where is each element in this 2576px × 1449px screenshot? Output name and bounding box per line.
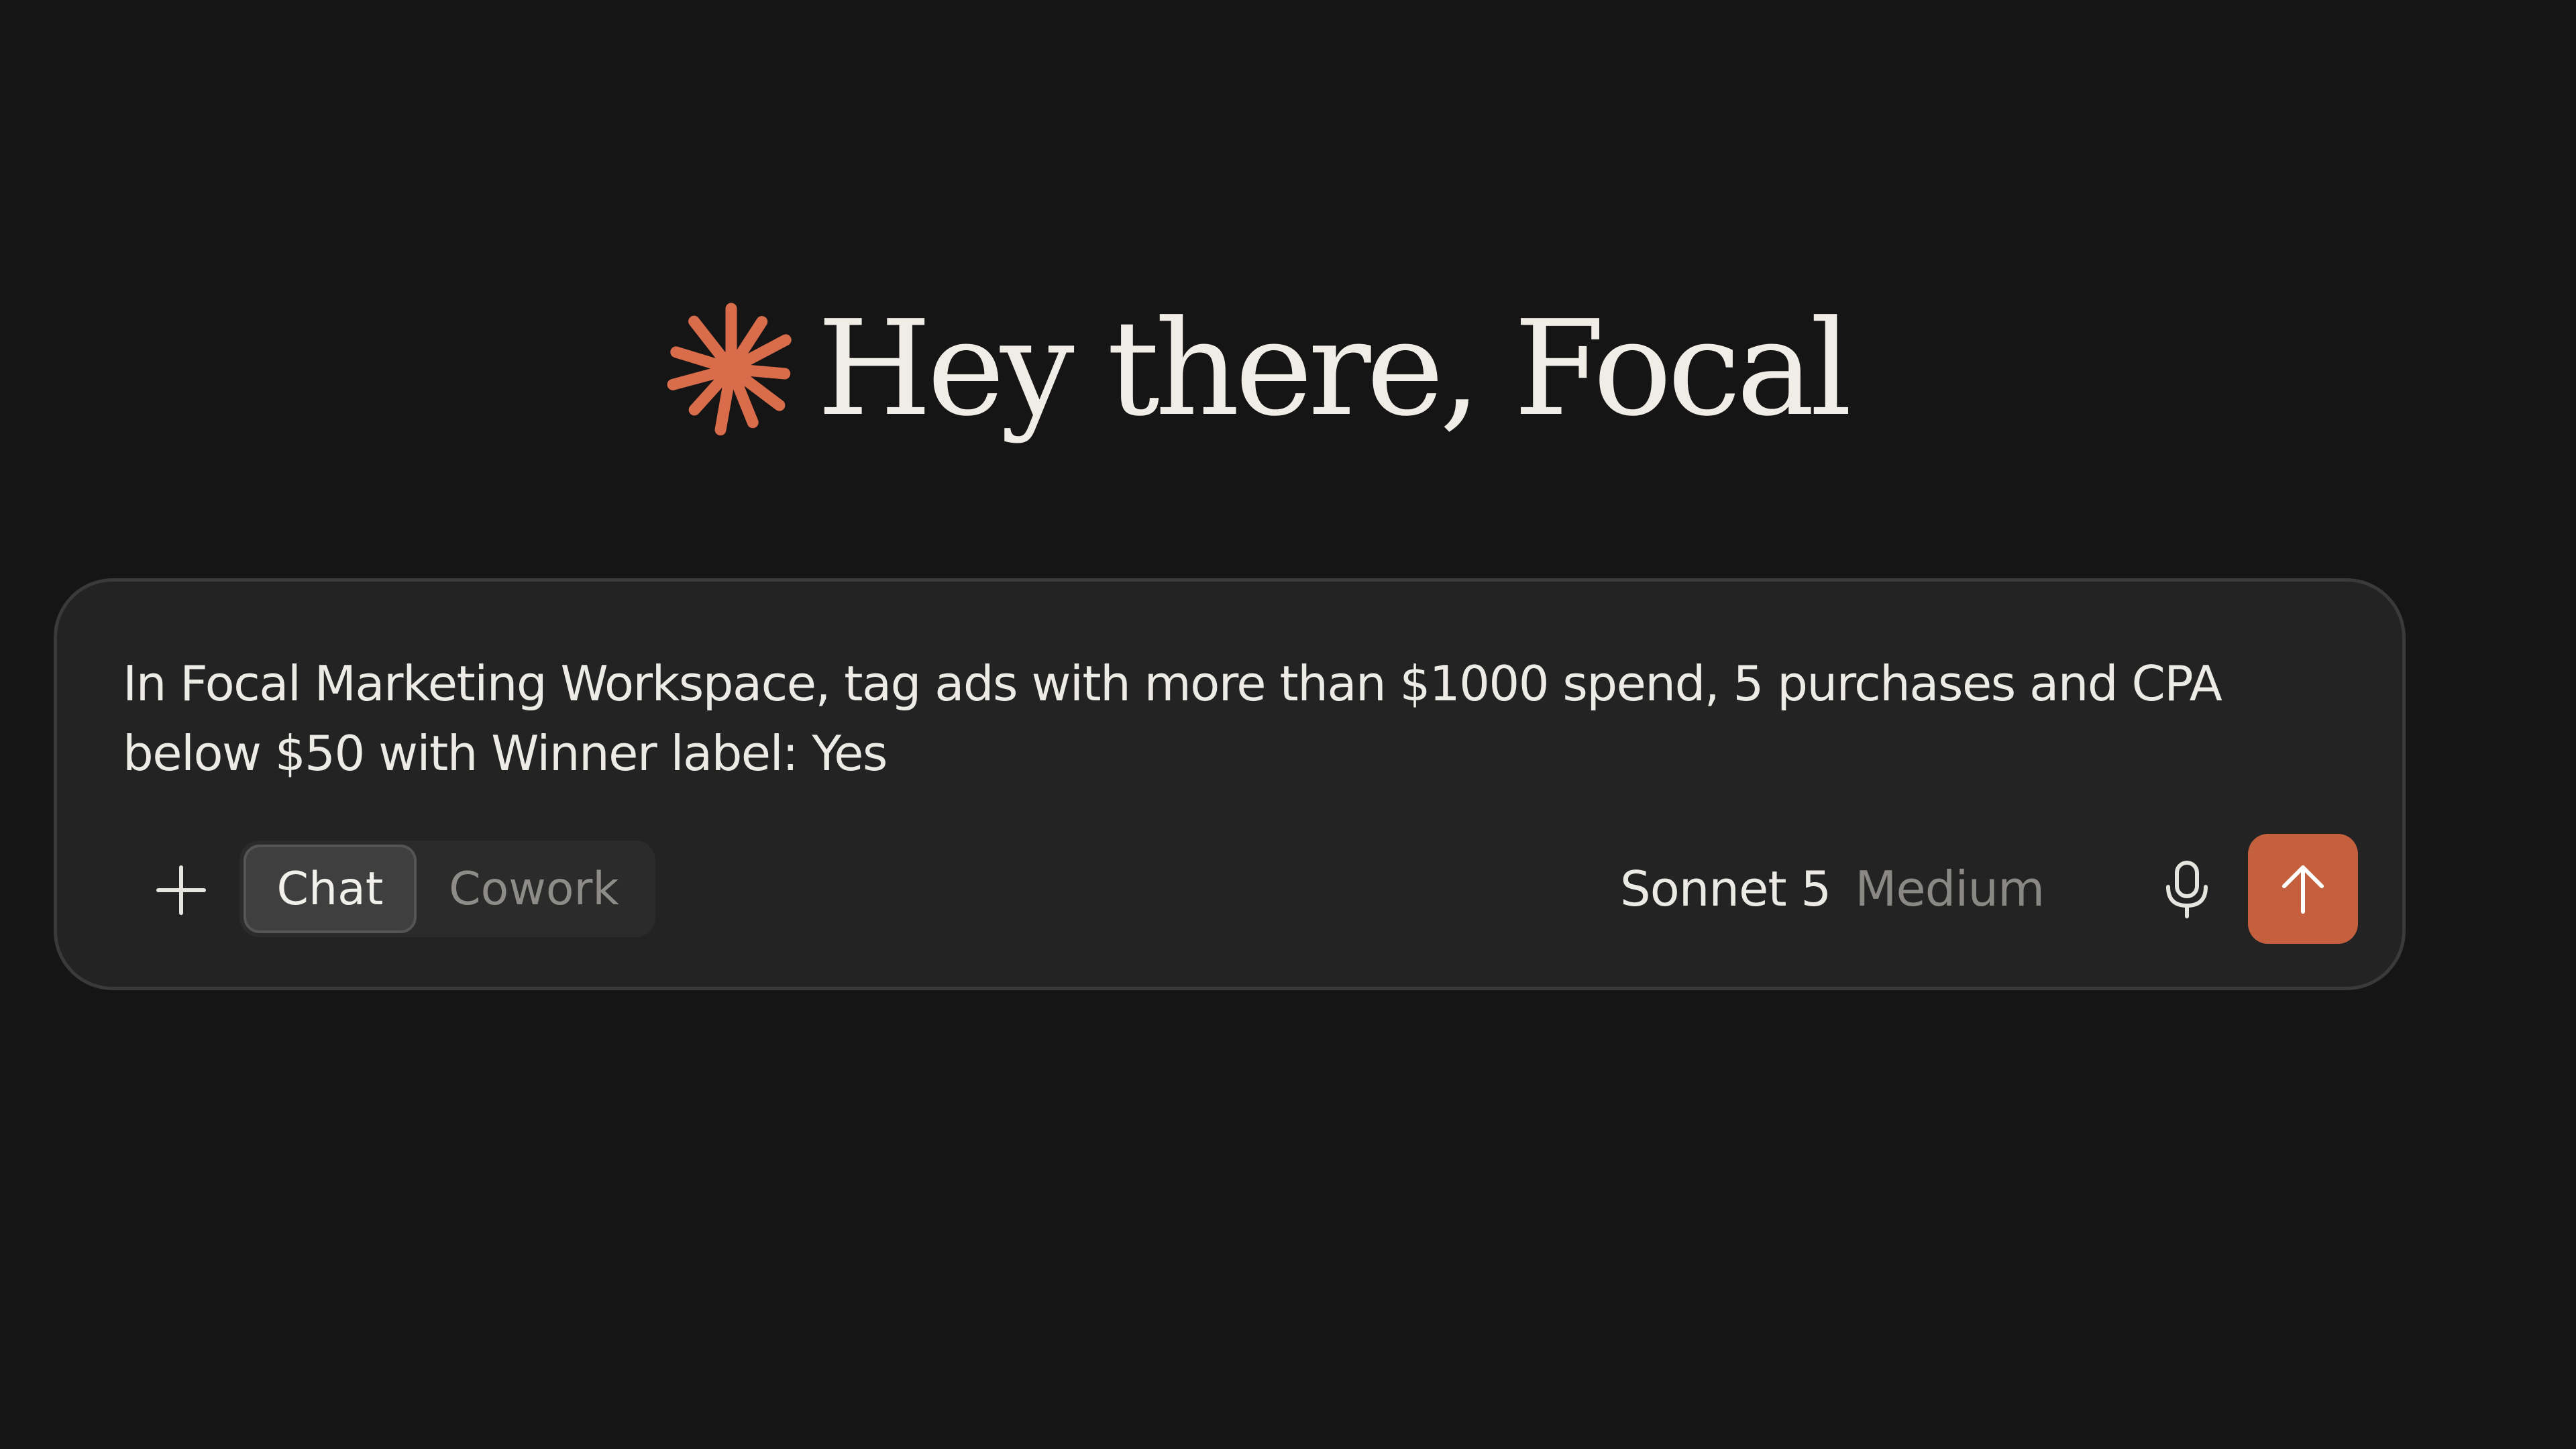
send-button[interactable] <box>2248 834 2358 944</box>
add-attachment-button[interactable] <box>131 840 231 941</box>
mode-toggle: Chat Cowork <box>239 841 655 937</box>
chat-composer: In Focal Marketing Workspace, tag ads wi… <box>54 578 2406 990</box>
greeting-header: Hey there, Focal <box>664 282 1852 456</box>
asterisk-logo-icon <box>667 303 792 436</box>
model-effort: Medium <box>1855 861 2045 917</box>
model-name: Sonnet 5 <box>1620 861 1831 917</box>
model-selector[interactable]: Sonnet 5 Medium <box>1620 841 2045 937</box>
microphone-icon <box>2166 861 2208 918</box>
plus-icon <box>156 865 206 915</box>
mode-cowork-tab[interactable]: Cowork <box>417 845 651 933</box>
voice-input-button[interactable] <box>2137 839 2237 940</box>
arrow-up-icon <box>2282 865 2324 914</box>
prompt-input[interactable]: In Focal Marketing Workspace, tag ads wi… <box>123 649 2350 788</box>
mode-chat-tab[interactable]: Chat <box>244 845 417 933</box>
greeting-title: Hey there, Focal <box>817 292 1852 445</box>
